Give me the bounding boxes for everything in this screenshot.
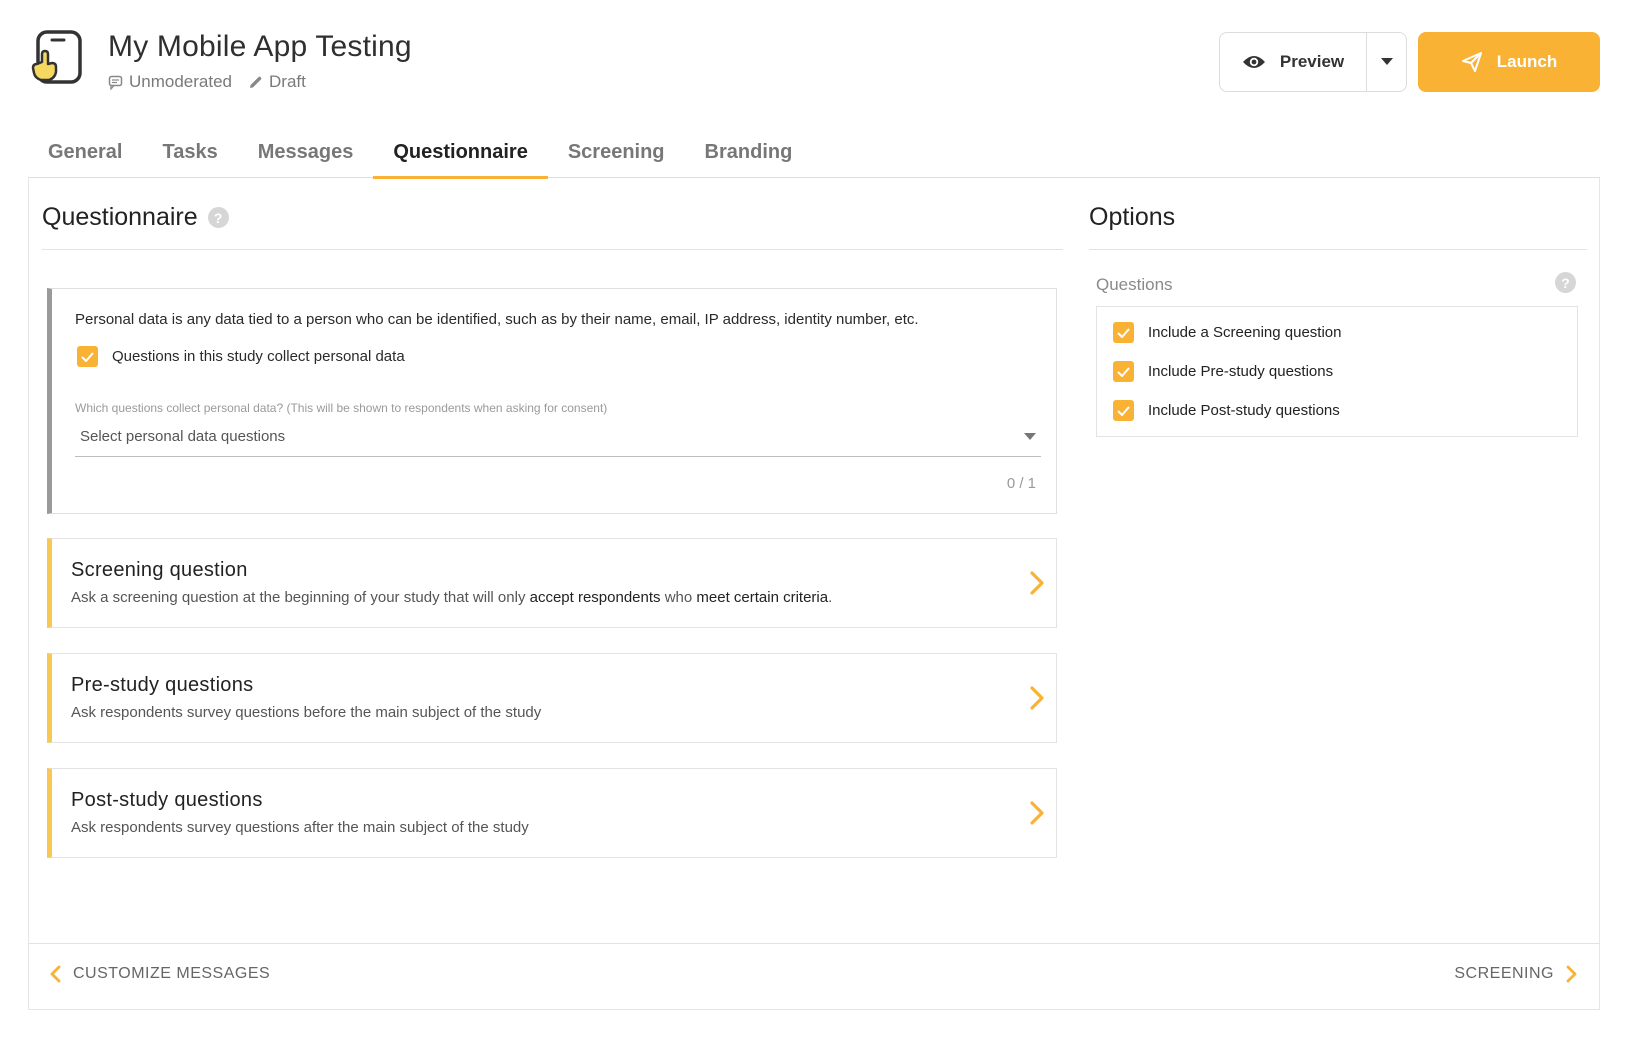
post-study-questions-card[interactable]: Post-study questions Ask respondents sur… bbox=[47, 768, 1057, 858]
launch-button[interactable]: Launch bbox=[1418, 32, 1600, 92]
chevron-right-icon bbox=[1030, 801, 1044, 825]
pencil-icon bbox=[250, 76, 262, 88]
caret-down-icon bbox=[1380, 58, 1393, 65]
include-screening-checkbox[interactable]: Include a Screening question bbox=[1113, 322, 1341, 343]
questions-label: Questions bbox=[1096, 275, 1173, 294]
questionnaire-title: Questionnaire bbox=[42, 203, 198, 231]
tab-general[interactable]: General bbox=[28, 130, 142, 177]
screening-question-card[interactable]: Screening question Ask a screening quest… bbox=[47, 538, 1057, 628]
card-title: Post-study questions bbox=[71, 789, 263, 811]
personal-data-description: Personal data is any data tied to a pers… bbox=[75, 311, 919, 328]
chevron-left-icon bbox=[50, 965, 61, 983]
chevron-right-icon bbox=[1566, 965, 1577, 983]
option-label: Include Post-study questions bbox=[1148, 402, 1340, 419]
card-title: Pre-study questions bbox=[71, 674, 254, 696]
preview-button-group: Preview bbox=[1219, 32, 1407, 92]
eye-icon bbox=[1242, 56, 1265, 68]
personal-data-counter: 0 / 1 bbox=[1006, 475, 1036, 492]
personal-data-select-placeholder: Select personal data questions bbox=[80, 428, 286, 445]
study-meta: Unmoderated Draft bbox=[108, 72, 322, 92]
option-label: Include a Screening question bbox=[1148, 324, 1342, 341]
personal-data-select-label: Which questions collect personal data? (… bbox=[75, 401, 608, 415]
launch-label: Launch bbox=[1496, 52, 1558, 71]
include-pre-study-checkbox[interactable]: Include Pre-study questions bbox=[1113, 361, 1333, 382]
chevron-right-icon bbox=[1030, 571, 1044, 595]
study-title: My Mobile App Testing bbox=[108, 30, 412, 63]
paper-plane-icon bbox=[1461, 52, 1482, 72]
prev-step-link[interactable]: CUSTOMIZE MESSAGES bbox=[50, 965, 270, 983]
unmoderated-icon bbox=[108, 75, 123, 90]
checkbox-checked-icon bbox=[1113, 361, 1134, 382]
footer-divider bbox=[28, 943, 1600, 944]
card-title: Screening question bbox=[71, 559, 248, 581]
tab-messages[interactable]: Messages bbox=[238, 130, 374, 177]
tab-branding[interactable]: Branding bbox=[685, 130, 813, 177]
options-title: Options bbox=[1089, 203, 1176, 231]
divider bbox=[1089, 249, 1587, 250]
card-description: Ask respondents survey questions after t… bbox=[71, 819, 529, 836]
help-icon[interactable]: ? bbox=[1555, 272, 1576, 293]
app-logo-icon bbox=[30, 28, 86, 88]
question-options-box: Include a Screening question Include Pre… bbox=[1096, 306, 1578, 437]
status-indicator: Draft bbox=[248, 72, 306, 92]
tab-screening[interactable]: Screening bbox=[548, 130, 685, 177]
include-post-study-checkbox[interactable]: Include Post-study questions bbox=[1113, 400, 1340, 421]
personal-data-panel: Personal data is any data tied to a pers… bbox=[47, 288, 1057, 514]
preview-dropdown-button[interactable] bbox=[1366, 33, 1406, 91]
caret-down-icon bbox=[1024, 432, 1036, 440]
card-description: Ask a screening question at the beginnin… bbox=[71, 589, 833, 606]
questionnaire-heading: Questionnaire ? bbox=[42, 203, 229, 232]
preview-button[interactable]: Preview bbox=[1220, 33, 1366, 91]
tab-bar: General Tasks Messages Questionnaire Scr… bbox=[28, 130, 1600, 179]
card-description: Ask respondents survey questions before … bbox=[71, 704, 542, 721]
option-label: Include Pre-study questions bbox=[1148, 363, 1334, 380]
help-icon[interactable]: ? bbox=[207, 207, 229, 228]
checkbox-checked-icon bbox=[77, 346, 98, 367]
mode-indicator: Unmoderated bbox=[108, 72, 232, 92]
tab-tasks[interactable]: Tasks bbox=[142, 130, 237, 177]
divider bbox=[42, 249, 1063, 250]
checkbox-checked-icon bbox=[1113, 322, 1134, 343]
status-label: Draft bbox=[269, 72, 306, 91]
mode-label: Unmoderated bbox=[129, 72, 233, 91]
next-step-label: SCREENING bbox=[1454, 965, 1554, 982]
next-step-link[interactable]: SCREENING bbox=[1454, 965, 1577, 983]
pre-study-questions-card[interactable]: Pre-study questions Ask respondents surv… bbox=[47, 653, 1057, 743]
personal-data-checkbox-label: Questions in this study collect personal… bbox=[112, 348, 405, 365]
personal-data-checkbox[interactable]: Questions in this study collect personal… bbox=[77, 346, 405, 367]
prev-step-label: CUSTOMIZE MESSAGES bbox=[73, 965, 271, 982]
chevron-right-icon bbox=[1030, 686, 1044, 710]
checkbox-checked-icon bbox=[1113, 400, 1134, 421]
tab-questionnaire[interactable]: Questionnaire bbox=[373, 130, 549, 179]
preview-label: Preview bbox=[1279, 52, 1345, 71]
personal-data-select[interactable]: Select personal data questions bbox=[75, 417, 1041, 457]
